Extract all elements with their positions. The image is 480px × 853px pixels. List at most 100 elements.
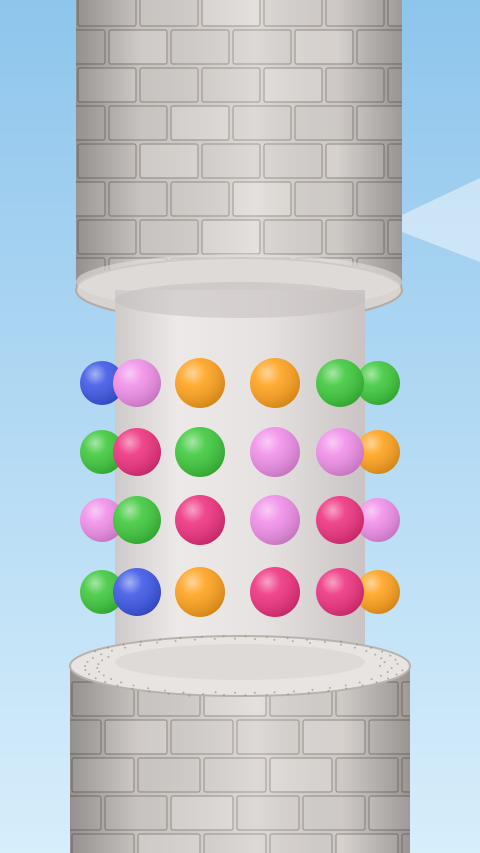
speckle	[124, 646, 127, 649]
speckle	[139, 643, 142, 646]
speckle	[174, 639, 177, 642]
speckle	[253, 637, 256, 640]
speckle	[222, 635, 225, 638]
speckle	[148, 690, 151, 693]
speckle	[370, 646, 373, 649]
speckle	[147, 687, 150, 690]
speckle	[353, 646, 356, 649]
speckle	[311, 688, 314, 691]
speckle	[306, 638, 309, 641]
ball-highlight	[250, 358, 300, 408]
ball-highlight	[175, 358, 225, 408]
speckle	[193, 638, 196, 641]
speckle	[309, 641, 311, 644]
speckle	[244, 694, 247, 697]
speckle	[96, 666, 99, 669]
speckle	[379, 674, 382, 677]
speckle	[345, 687, 348, 690]
speckle	[84, 669, 87, 672]
speckle	[379, 665, 381, 667]
speckle	[101, 659, 104, 662]
speckle	[395, 673, 398, 676]
speckle	[340, 643, 343, 646]
speckle	[292, 690, 295, 693]
speckle	[156, 641, 159, 644]
speckle	[110, 678, 113, 681]
speckle	[164, 689, 166, 692]
speckle	[344, 684, 347, 687]
speckle	[389, 654, 392, 657]
speckle	[291, 640, 294, 643]
speckle	[122, 643, 125, 646]
speckle	[102, 674, 105, 677]
ball-highlight	[316, 428, 364, 476]
speckle	[244, 635, 247, 638]
speckle	[323, 641, 326, 644]
speckle	[307, 691, 310, 694]
speckle	[390, 667, 393, 670]
speckle	[86, 660, 89, 663]
speckle	[380, 657, 383, 660]
speckle	[98, 670, 101, 673]
speckle	[139, 640, 142, 643]
speckle	[104, 681, 107, 684]
ball-highlight	[175, 427, 225, 477]
speckle	[328, 686, 331, 689]
speckle	[233, 637, 236, 640]
speckle	[358, 681, 361, 684]
speckle	[213, 637, 216, 640]
speckle	[97, 663, 100, 666]
speckle	[116, 684, 119, 687]
speckle	[179, 636, 182, 639]
speckle	[200, 635, 203, 638]
ball-highlight	[316, 496, 364, 544]
speckle	[273, 638, 276, 641]
speckle	[214, 691, 217, 694]
speckle	[394, 658, 397, 661]
speckle	[131, 687, 134, 690]
speckle	[386, 677, 389, 680]
ball-highlight	[113, 428, 161, 476]
ball-highlight	[113, 568, 161, 616]
speckle	[100, 653, 103, 656]
speckle	[167, 692, 170, 695]
speckle	[370, 678, 373, 681]
core-cylinder	[115, 282, 365, 685]
speckle	[182, 691, 185, 694]
speckle	[381, 650, 384, 653]
ball-highlight	[175, 495, 225, 545]
speckle	[94, 650, 97, 653]
speckle	[396, 662, 399, 665]
speckle	[339, 640, 342, 643]
speckle	[253, 691, 256, 694]
speckle	[110, 649, 113, 652]
speckle	[188, 694, 191, 697]
speckle	[94, 677, 97, 680]
ball-highlight	[113, 359, 161, 407]
ball-highlight	[316, 359, 364, 407]
speckle	[84, 665, 86, 667]
game-scene[interactable]	[0, 0, 480, 853]
speckle	[265, 635, 268, 638]
speckle	[107, 646, 110, 649]
speckle	[107, 655, 110, 658]
speckle	[383, 661, 386, 664]
speckle	[286, 637, 289, 640]
speckle	[265, 694, 268, 697]
speckle	[374, 653, 377, 656]
upper-tower-section	[75, 0, 403, 323]
ball-highlight	[250, 427, 300, 477]
speckle	[159, 638, 161, 641]
speckle	[361, 684, 364, 687]
ball-highlight	[113, 496, 161, 544]
speckle	[401, 669, 404, 672]
speckle	[91, 656, 94, 659]
speckle	[287, 693, 290, 696]
lower-tower-section	[69, 635, 411, 853]
speckle	[223, 693, 226, 696]
speckle	[120, 681, 123, 684]
ball-highlight	[316, 568, 364, 616]
speckle	[327, 689, 330, 692]
speckle	[132, 684, 135, 687]
speckle	[375, 681, 378, 684]
